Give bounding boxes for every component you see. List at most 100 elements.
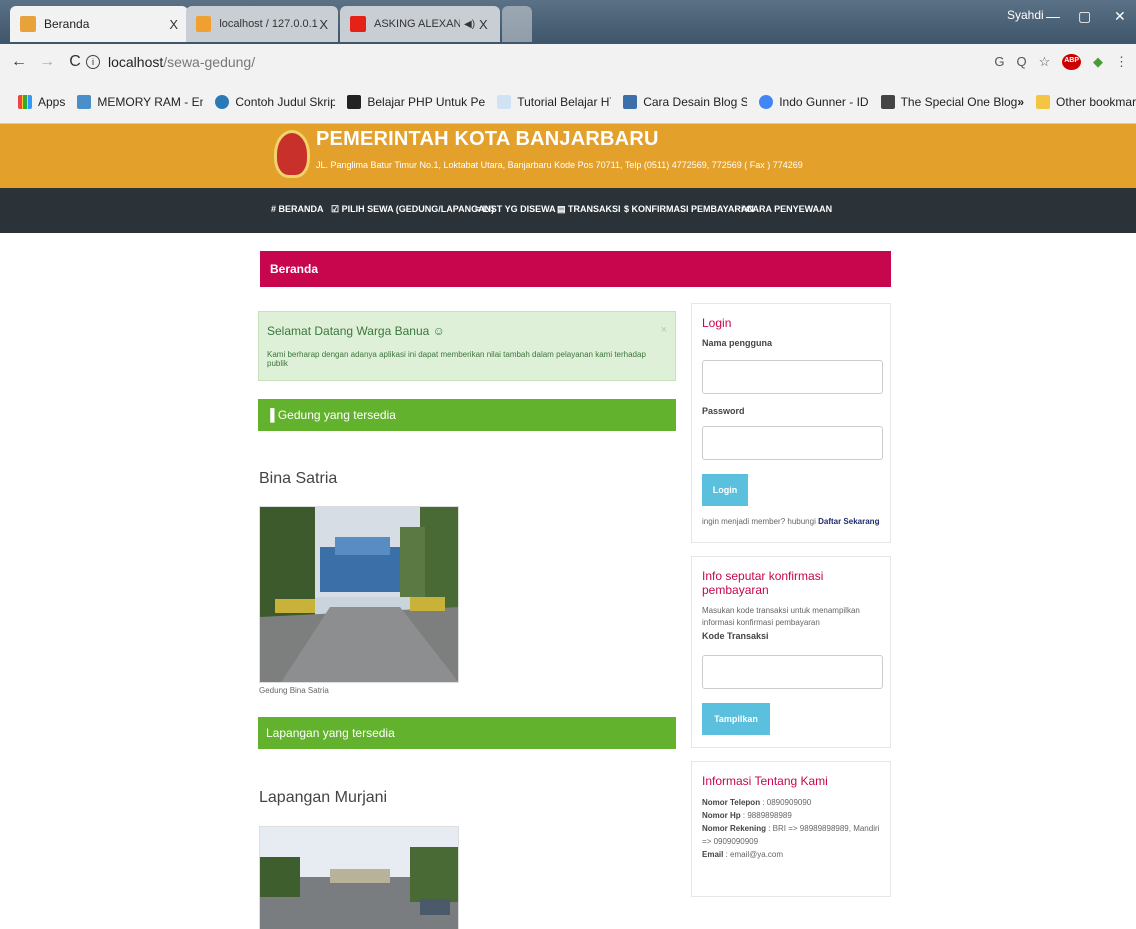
folder-icon: [1036, 94, 1051, 109]
phone-label: Nomor Telepon: [702, 798, 761, 807]
gedung-photo[interactable]: [259, 506, 459, 683]
google-icon: [759, 94, 774, 109]
other-bookmarks[interactable]: Other bookmarks: [1036, 94, 1136, 109]
blogger-icon: [623, 94, 638, 109]
translate-icon[interactable]: G: [994, 54, 1004, 70]
alert-title: Selamat Datang Warga Banua ☺: [267, 324, 445, 338]
page-title: Beranda: [270, 262, 319, 276]
tab-close-icon[interactable]: X: [479, 17, 488, 32]
tab-close-icon[interactable]: X: [319, 17, 328, 32]
field-photo-image: [260, 827, 458, 929]
payment-info-panel: Info seputar konfirmasi pembayaran Masuk…: [691, 556, 891, 748]
site-info-icon[interactable]: i: [86, 55, 100, 69]
bookmark-label: Indo Gunner - ID: [779, 94, 869, 109]
city-logo-icon: [274, 130, 310, 178]
nav-transaksi[interactable]: ▤ TRANSAKSI: [557, 204, 621, 215]
extension-icon[interactable]: ◆: [1093, 54, 1103, 70]
bookmark-item[interactable]: Contoh Judul Skripsi: [215, 94, 335, 109]
register-text: ingin menjadi member? hubungi: [702, 517, 816, 526]
adblock-icon[interactable]: ABP: [1062, 54, 1081, 70]
register-link[interactable]: Daftar Sekarang: [818, 517, 879, 526]
gedung-section-header: ▐ Gedung yang tersedia: [258, 399, 676, 431]
tab-phpmyadmin[interactable]: localhost / 127.0.0.1 / se X: [186, 6, 338, 42]
profile-name[interactable]: Syahdi: [1007, 8, 1044, 22]
lapangan-header-label: Lapangan yang tersedia: [266, 726, 395, 740]
gedung-name[interactable]: Bina Satria: [259, 470, 337, 488]
back-icon[interactable]: ←: [10, 53, 28, 71]
password-label: Password: [702, 406, 745, 416]
alert-close-icon[interactable]: ×: [661, 324, 667, 336]
bookmark-label: Tutorial Belajar HTML: [517, 94, 611, 109]
hp-line: Nomor Hp : 9889898989: [702, 809, 880, 822]
nav-cara-penyewaan[interactable]: i CARA PENYEWAAN: [741, 204, 832, 214]
minimize-icon[interactable]: —: [1046, 8, 1060, 24]
bookmark-label: Belajar PHP Untuk Pe: [367, 94, 486, 109]
account-line: Nomor Rekening : BRI => 98989898989, Man…: [702, 822, 880, 848]
lapangan-section-header: Lapangan yang tersedia: [258, 717, 676, 749]
lapangan-photo[interactable]: [259, 826, 459, 929]
login-title: Login: [702, 316, 732, 330]
account-label: Nomor Rekening: [702, 824, 767, 833]
address-bar: ← → C i localhost /sewa-gedung/ G Q ☆ AB…: [0, 44, 1136, 80]
tab-close-icon[interactable]: X: [169, 17, 178, 32]
page-title-bar: Beranda: [260, 251, 891, 287]
bookmark-favicon-icon: [497, 94, 512, 109]
about-title: Informasi Tentang Kami: [702, 774, 828, 788]
bookmark-item[interactable]: MEMORY RAM - Ente: [77, 94, 203, 109]
lapangan-name[interactable]: Lapangan Murjani: [259, 789, 387, 807]
gedung-caption: Gedung Bina Satria: [259, 686, 329, 695]
tab-title: localhost / 127.0.0.1 / se: [219, 18, 319, 30]
site-header: PEMERINTAH KOTA BANJARBARU JL. Panglima …: [0, 124, 1136, 188]
bookmark-favicon-icon: [77, 94, 92, 109]
transaction-code-input[interactable]: [702, 655, 883, 689]
browser-tab-bar: Beranda X localhost / 127.0.0.1 / se X A…: [0, 0, 1136, 44]
nav-pilih-sewa[interactable]: ☑ PILIH SEWA (GEDUNG/LAPANGAN): [331, 204, 494, 215]
login-button[interactable]: Login: [702, 474, 748, 506]
bookmark-item[interactable]: Belajar PHP Untuk Pe: [347, 94, 486, 109]
url-path: /sewa-gedung/: [163, 54, 256, 70]
tab-beranda[interactable]: Beranda X: [10, 6, 188, 42]
bookmarks-overflow-button[interactable]: »: [1017, 95, 1024, 109]
gedung-header-label: ▐ Gedung yang tersedia: [266, 408, 396, 422]
bookmark-apps[interactable]: Apps: [18, 94, 66, 109]
forward-icon[interactable]: →: [38, 53, 56, 71]
username-input[interactable]: [702, 360, 883, 394]
tab-youtube[interactable]: ASKING ALEXANDRIA ◀) X: [340, 6, 500, 42]
welcome-alert: Selamat Datang Warga Banua ☺ Kami berhar…: [258, 311, 676, 381]
phone-value: : 0890909090: [760, 798, 812, 807]
url-input[interactable]: i localhost /sewa-gedung/: [86, 49, 978, 75]
youtube-favicon-icon: [350, 16, 366, 32]
site-address: JL. Panglima Batur Timur No.1, Loktabat …: [316, 160, 803, 170]
password-input[interactable]: [702, 426, 883, 460]
login-panel: Login Nama pengguna Password Login ingin…: [691, 303, 891, 543]
bookmark-item[interactable]: Tutorial Belajar HTML: [497, 94, 611, 109]
tab-title: Beranda: [44, 17, 90, 31]
main-navigation: # BERANDA ☑ PILIH SEWA (GEDUNG/LAPANGAN)…: [0, 188, 1136, 233]
restore-icon[interactable]: ▢: [1078, 8, 1091, 25]
nav-konfirmasi-pembayaran[interactable]: $ KONFIRMASI PEMBAYARAN: [624, 204, 754, 214]
register-prompt: ingin menjadi member? hubungi Daftar Sek…: [702, 516, 880, 528]
nav-beranda[interactable]: # BERANDA: [271, 204, 324, 214]
show-button[interactable]: Tampilkan: [702, 703, 770, 735]
bookmark-item[interactable]: The Special One Blog: [880, 94, 1018, 109]
menu-icon[interactable]: ⋮: [1115, 54, 1128, 70]
new-tab-button[interactable]: [502, 6, 532, 42]
nav-list-disewa[interactable]: ≡ LIST YG DISEWA: [475, 204, 556, 214]
alert-body: Kami berharap dengan adanya aplikasi ini…: [267, 350, 646, 368]
other-bookmarks-label: Other bookmarks: [1056, 94, 1136, 109]
bookmark-star-icon[interactable]: ☆: [1039, 54, 1051, 70]
bookmark-label: The Special One Blog: [900, 94, 1018, 109]
bookmark-item[interactable]: Indo Gunner - ID: [759, 94, 869, 109]
hp-label: Nomor Hp: [702, 811, 741, 820]
chevron-more-icon: »: [1017, 94, 1025, 109]
site-title: PEMERINTAH KOTA BANJARBARU: [316, 128, 659, 150]
close-window-icon[interactable]: ✕: [1114, 8, 1126, 25]
bookmark-label: Apps: [38, 94, 66, 109]
zoom-icon[interactable]: Q: [1016, 54, 1026, 70]
audio-icon[interactable]: ◀): [464, 19, 475, 30]
tab-title: ASKING ALEXANDRIA: [374, 18, 460, 30]
bookmark-item[interactable]: Cara Desain Blog Seri: [623, 94, 747, 109]
bookmark-favicon-icon: [215, 94, 230, 109]
email-line: Email : email@ya.com: [702, 848, 880, 861]
reload-icon[interactable]: C: [66, 53, 84, 71]
